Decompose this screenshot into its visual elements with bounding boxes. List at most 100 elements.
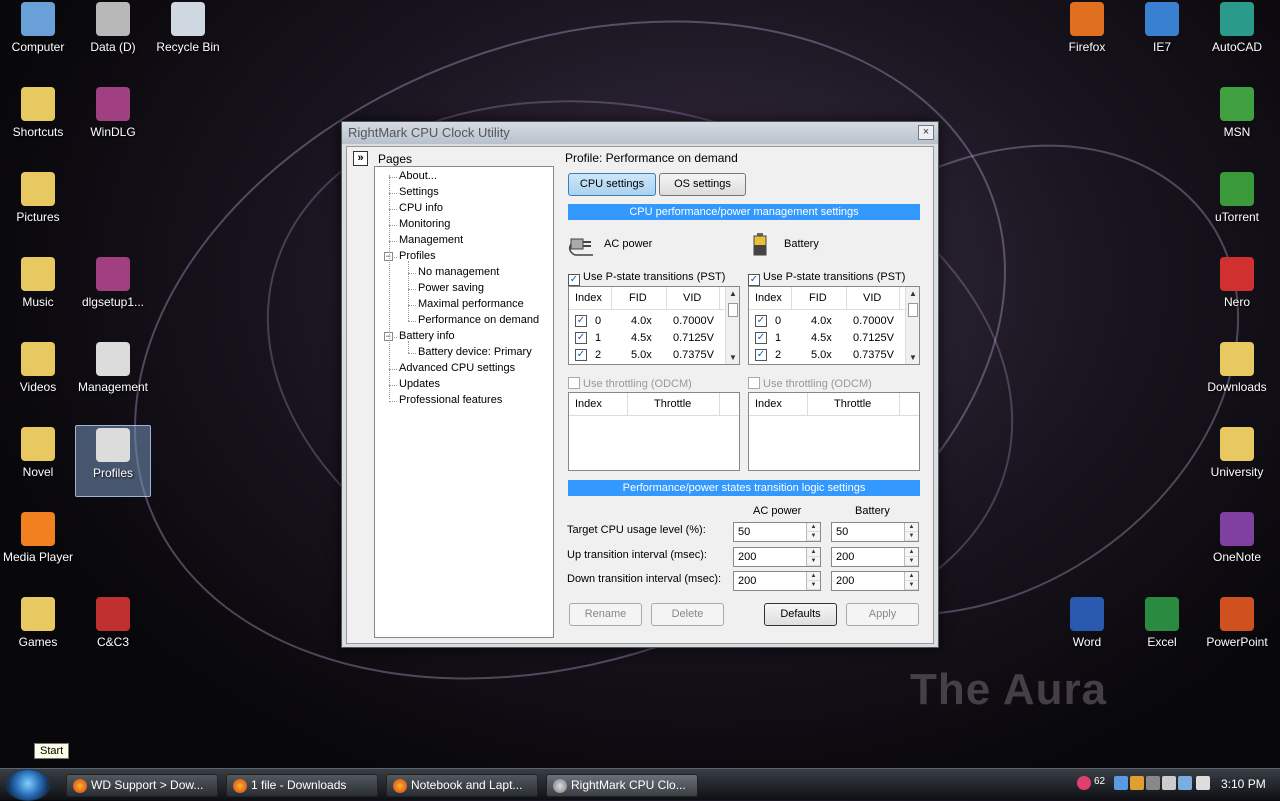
- desktop-icon-novel[interactable]: Novel: [0, 425, 76, 497]
- desktop-icon-university[interactable]: University: [1199, 425, 1275, 497]
- table-row[interactable]: ✓ 0 4.0x 0.7000V: [573, 314, 723, 329]
- tree-item-cpu-info[interactable]: CPU info: [399, 202, 443, 214]
- battery-pst-checkbox[interactable]: ✓ Use P-state transitions (PST): [748, 271, 905, 286]
- desktop-icon-dlgsetup1[interactable]: dlgsetup1...: [75, 255, 151, 327]
- spin-down-icon[interactable]: ▼: [905, 556, 918, 566]
- apply-button[interactable]: Apply: [846, 603, 919, 626]
- desktop-icon-autocad[interactable]: AutoCAD: [1199, 0, 1275, 72]
- tray-volume-icon[interactable]: [1196, 776, 1210, 790]
- spin-up-icon[interactable]: ▲: [807, 547, 820, 557]
- task-downloads[interactable]: 1 file - Downloads: [226, 774, 378, 797]
- checkbox-icon[interactable]: ✓: [755, 315, 767, 327]
- desktop-icon-windlg[interactable]: WinDLG: [75, 85, 151, 157]
- desktop-icon-word[interactable]: Word: [1049, 595, 1125, 667]
- tree-item-settings[interactable]: Settings: [399, 186, 439, 198]
- spin-buttons[interactable]: ▲ ▼: [904, 572, 918, 590]
- tree-item-management[interactable]: Management: [399, 234, 463, 246]
- ac-value-input[interactable]: [734, 547, 806, 566]
- tray-device-icon[interactable]: [1162, 776, 1176, 790]
- ac-value-input[interactable]: [734, 572, 806, 590]
- checkbox-icon[interactable]: ✓: [755, 349, 767, 361]
- table-row[interactable]: ✓ 0 4.0x 0.7000V: [753, 314, 903, 329]
- tree-item-advanced-cpu-settings[interactable]: Advanced CPU settings: [399, 362, 515, 374]
- spin-up-icon[interactable]: ▲: [905, 572, 918, 581]
- tree-item-performance-on-demand[interactable]: Performance on demand: [418, 314, 539, 326]
- desktop-icon-downloads[interactable]: Downloads: [1199, 340, 1275, 412]
- scroll-up-icon[interactable]: ▲: [909, 289, 917, 298]
- scroll-thumb[interactable]: [908, 303, 918, 317]
- close-button[interactable]: ×: [918, 125, 934, 140]
- spin-down-icon[interactable]: ▼: [807, 532, 820, 541]
- scrollbar[interactable]: ▲ ▼: [905, 287, 919, 364]
- tree-item-power-saving[interactable]: Power saving: [418, 282, 484, 294]
- clock[interactable]: 3:10 PM: [1221, 777, 1266, 791]
- tree-item-updates[interactable]: Updates: [399, 378, 440, 390]
- ac-throttling-checkbox[interactable]: Use throttling (ODCM): [568, 377, 692, 390]
- battery-throttling-checkbox[interactable]: Use throttling (ODCM): [748, 377, 872, 390]
- tree-item-no-management[interactable]: No management: [418, 266, 499, 278]
- desktop-icon-computer[interactable]: Computer: [0, 0, 76, 72]
- checkbox-icon[interactable]: ✓: [575, 332, 587, 344]
- table-row[interactable]: ✓ 2 5.0x 0.7375V: [753, 348, 903, 363]
- tray-app-icon[interactable]: [1130, 776, 1144, 790]
- desktop-icon-shortcuts[interactable]: Shortcuts: [0, 85, 76, 157]
- tray-flower-icon[interactable]: [1077, 776, 1091, 790]
- table-row[interactable]: ✓ 1 4.5x 0.7125V: [573, 331, 723, 346]
- tab-os-settings[interactable]: OS settings: [659, 173, 746, 196]
- battery-value-input[interactable]: [832, 523, 904, 541]
- tray-app-icon[interactable]: [1114, 776, 1128, 790]
- desktop-icon-music[interactable]: Music: [0, 255, 76, 327]
- desktop-icon-ie7[interactable]: IE7: [1124, 0, 1200, 72]
- spin-down-icon[interactable]: ▼: [807, 581, 820, 590]
- desktop-icon-msn[interactable]: MSN: [1199, 85, 1275, 157]
- tree-item-about[interactable]: About...: [399, 170, 437, 182]
- spin-down-icon[interactable]: ▼: [905, 532, 918, 541]
- desktop-icon-recycle-bin[interactable]: Recycle Bin: [150, 0, 226, 72]
- spin-buttons[interactable]: ▲ ▼: [806, 547, 820, 566]
- desktop-icon-excel[interactable]: Excel: [1124, 595, 1200, 667]
- spin-buttons[interactable]: ▲ ▼: [904, 547, 918, 566]
- spin-buttons[interactable]: ▲ ▼: [904, 523, 918, 541]
- checkbox-icon[interactable]: ✓: [755, 332, 767, 344]
- delete-button[interactable]: Delete: [651, 603, 724, 626]
- desktop-icon-pictures[interactable]: Pictures: [0, 170, 76, 242]
- scroll-thumb[interactable]: [728, 303, 738, 317]
- rename-button[interactable]: Rename: [569, 603, 642, 626]
- desktop-icon-firefox[interactable]: Firefox: [1049, 0, 1125, 72]
- task-rightmark[interactable]: RightMark CPU Clo...: [546, 774, 698, 797]
- checkbox-icon[interactable]: ✓: [575, 349, 587, 361]
- tree-item-monitoring[interactable]: Monitoring: [399, 218, 450, 230]
- table-row[interactable]: ✓ 1 4.5x 0.7125V: [753, 331, 903, 346]
- spin-buttons[interactable]: ▲ ▼: [806, 572, 820, 590]
- desktop-icon-management[interactable]: Management: [75, 340, 151, 412]
- desktop-icon-games[interactable]: Games: [0, 595, 76, 667]
- desktop-icon-onenote[interactable]: OneNote: [1199, 510, 1275, 582]
- desktop-icon-videos[interactable]: Videos: [0, 340, 76, 412]
- tray-app-icon[interactable]: [1146, 776, 1160, 790]
- scroll-up-icon[interactable]: ▲: [729, 289, 737, 298]
- tray-network-icon[interactable]: [1178, 776, 1192, 790]
- ac-value-input[interactable]: [734, 523, 806, 541]
- desktop-icon-nero[interactable]: Nero: [1199, 255, 1275, 327]
- defaults-button[interactable]: Defaults: [764, 603, 837, 626]
- scroll-down-icon[interactable]: ▼: [909, 353, 917, 362]
- desktop-icon-powerpoint[interactable]: PowerPoint: [1199, 595, 1275, 667]
- spin-up-icon[interactable]: ▲: [905, 523, 918, 532]
- collapse-pages-button[interactable]: »: [353, 151, 368, 166]
- table-row[interactable]: ✓ 2 5.0x 0.7375V: [573, 348, 723, 363]
- desktop-icon-media-player[interactable]: Media Player: [0, 510, 76, 582]
- battery-value-input[interactable]: [832, 572, 904, 590]
- desktop-icon-c-c3[interactable]: C&C3: [75, 595, 151, 667]
- task-notebook[interactable]: Notebook and Lapt...: [386, 774, 538, 797]
- desktop-icon-data-d[interactable]: Data (D): [75, 0, 151, 72]
- scroll-down-icon[interactable]: ▼: [729, 353, 737, 362]
- spin-down-icon[interactable]: ▼: [905, 581, 918, 590]
- tree-item-profiles[interactable]: Profiles: [399, 250, 436, 262]
- ac-pst-checkbox[interactable]: ✓ Use P-state transitions (PST): [568, 271, 725, 286]
- spin-up-icon[interactable]: ▲: [905, 547, 918, 557]
- tab-cpu-settings[interactable]: CPU settings: [568, 173, 656, 196]
- scrollbar[interactable]: ▲ ▼: [725, 287, 739, 364]
- spin-buttons[interactable]: ▲ ▼: [806, 523, 820, 541]
- start-button[interactable]: [6, 769, 50, 801]
- spin-down-icon[interactable]: ▼: [807, 556, 820, 566]
